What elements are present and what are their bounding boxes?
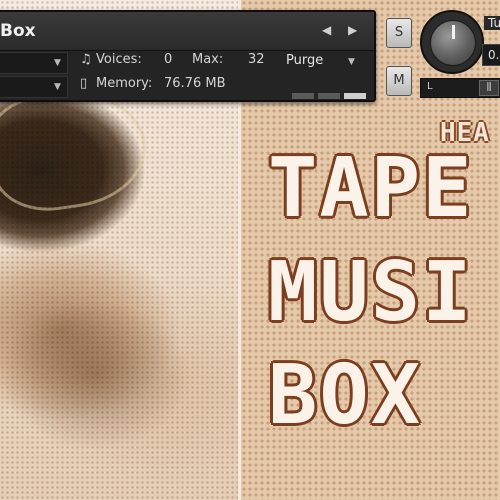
purge-menu[interactable]: Purge [286,53,323,68]
music-box-shadow [0,300,190,450]
next-instrument-icon[interactable]: ▶ [348,23,357,37]
pan-slider-handle-icon[interactable]: ⫼ [479,80,499,96]
tune-label: Tu [484,16,500,30]
mute-button[interactable]: M [386,66,412,96]
voices-value: 0 [164,52,173,67]
voices-label: Voices: [96,52,142,67]
tune-value[interactable]: 0. [482,44,500,66]
purge-dropdown-icon[interactable]: ▼ [348,57,355,67]
memory-value: 76.76 MB [164,76,226,91]
knob-indicator [452,25,455,39]
voices-icon: ♫ [80,52,92,67]
pan-slider[interactable]: L ⫼ [420,78,500,98]
instrument-header: Box ◀ ▶ ▼ ♫ Voices: 0 Max: 32 Purge ▼ ▼ … [0,10,376,102]
pan-left-label: L [427,81,433,92]
previous-instrument-icon[interactable]: ◀ [322,23,331,37]
midi-dropdown-icon[interactable]: ▼ [54,82,61,92]
max-label: Max: [192,52,224,67]
instrument-name[interactable]: Box [0,21,36,41]
instrument-title-bar: Box ◀ ▶ [0,12,374,51]
memory-icon: ▯ [80,76,88,91]
solo-button[interactable]: S [386,18,412,48]
level-meter-3 [344,93,366,99]
max-voices-value[interactable]: 32 [248,52,265,74]
output-dropdown-icon[interactable]: ▼ [54,58,61,68]
level-meter-2 [318,93,340,99]
tune-knob-housing [420,10,484,74]
memory-label: Memory: [96,76,153,91]
tune-knob[interactable] [430,20,476,66]
title-line-1: TAPE [268,141,474,236]
title-line-2: MUSI [268,245,474,340]
title-line-3: BOX [268,348,423,443]
music-box-image [0,81,154,219]
level-meter-1 [292,93,314,99]
